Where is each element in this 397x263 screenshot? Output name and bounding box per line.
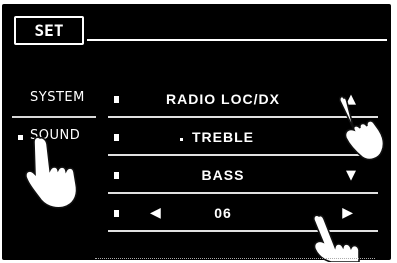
list-item-label: RADIO LOC/DX <box>166 91 280 107</box>
list-item-bass[interactable]: BASS ▼ <box>108 158 378 194</box>
bottom-divider <box>95 258 375 261</box>
down-arrow-icon[interactable]: ▼ <box>346 168 356 183</box>
top-divider <box>87 39 387 41</box>
value-readout: 06 <box>214 205 232 221</box>
pointing-hand-icon <box>339 95 385 161</box>
sidebar-item-system[interactable]: SYSTEM <box>12 82 96 118</box>
pointing-hand-icon <box>313 214 360 262</box>
pointing-hand-icon <box>25 136 78 209</box>
sidebar-item-label: SYSTEM <box>30 90 85 105</box>
screen-frame: SET SYSTEM SOUND RADIO LOC/DX ▲ TREBLE B… <box>0 0 397 263</box>
list-item-label: TREBLE <box>192 129 254 145</box>
set-tab[interactable]: SET <box>14 16 84 45</box>
list-item-label: BASS <box>201 167 245 183</box>
divider <box>108 192 378 194</box>
display-screen: SET SYSTEM SOUND RADIO LOC/DX ▲ TREBLE B… <box>2 4 391 262</box>
divider <box>12 116 96 118</box>
